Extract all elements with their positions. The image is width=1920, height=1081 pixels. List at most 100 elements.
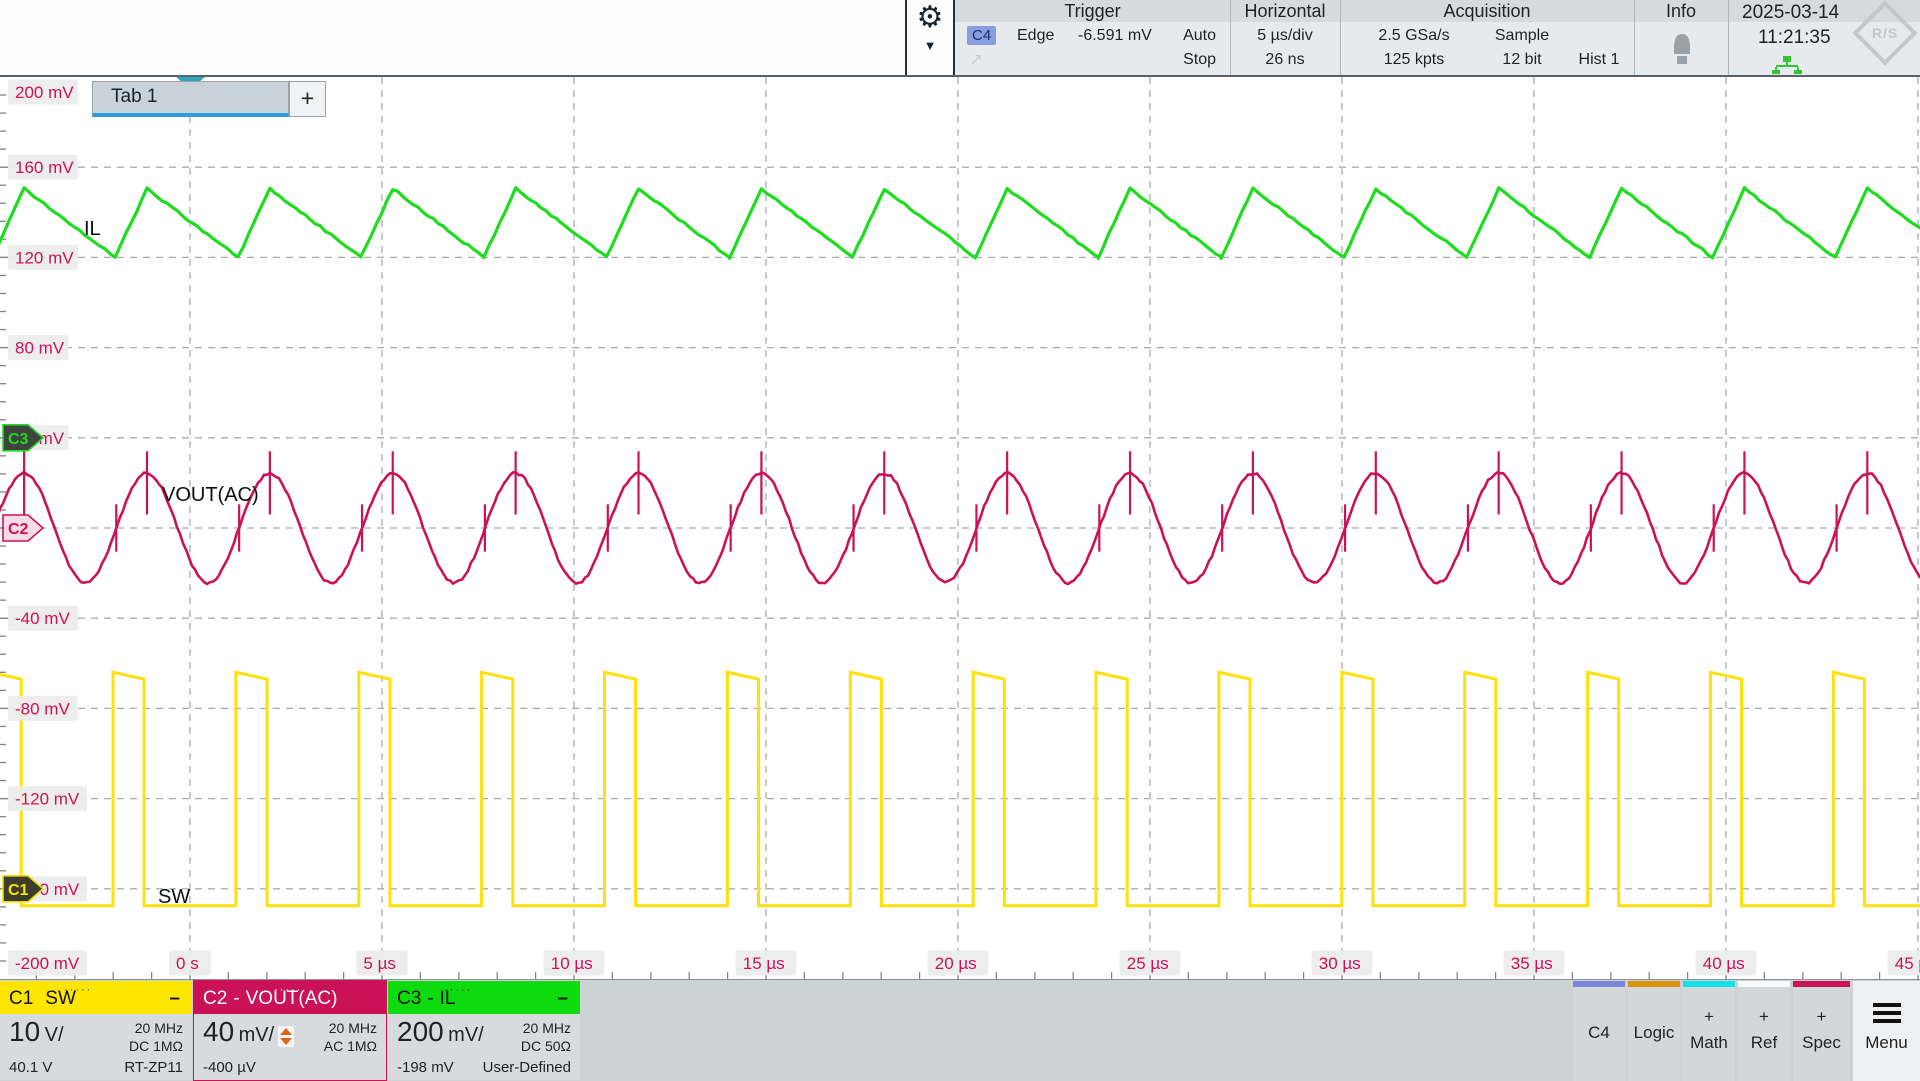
gear-icon[interactable]: ⚙ xyxy=(907,0,953,36)
hamburger-icon xyxy=(1873,1003,1901,1027)
bottom-signal-bar: ·····C1SW–10 V/20 MHzDC 1MΩ40.1 VRT-ZP11… xyxy=(0,979,1920,1081)
channel-header-c2[interactable]: ·····C2-VOUT(AC) xyxy=(194,981,386,1014)
trigger-source-badge[interactable]: C4 xyxy=(967,26,996,45)
sample-rate[interactable]: 2.5 GSa/s xyxy=(1358,27,1470,45)
add-tab-button[interactable]: + xyxy=(289,81,326,117)
channel-body: 10 V/20 MHzDC 1MΩ40.1 VRT-ZP11 xyxy=(0,1014,192,1080)
acquisition-mode[interactable]: Sample xyxy=(1480,27,1564,45)
channel-id: C1 xyxy=(9,988,33,1009)
minimize-channel-icon[interactable]: – xyxy=(557,981,568,1017)
channel-color-strip xyxy=(1793,981,1850,987)
horizontal-resolution[interactable]: 26 ns xyxy=(1230,51,1340,69)
trigger-type[interactable]: Edge xyxy=(1017,27,1054,45)
x-axis-label: 0 s xyxy=(176,954,199,973)
top-status-bar: ⚙ ▼ Trigger C4 Edge -6.591 mV Auto ↗ Sto… xyxy=(0,0,1920,77)
horizontal-title: Horizontal xyxy=(1230,0,1340,22)
trace-label-il: IL xyxy=(84,218,101,240)
channel-color-strip xyxy=(1738,981,1790,987)
channel-panel-c3[interactable]: ·····C3-IL–200 mV/20 MHz DC 50Ω -198 mV Use… xyxy=(388,981,580,1080)
acquisition-title: Acquisition xyxy=(1340,0,1634,22)
horizontal-section[interactable]: Horizontal 5 µs/div 26 ns xyxy=(1230,0,1340,75)
trigger-section[interactable]: Trigger C4 Edge -6.591 mV Auto ↗ Stop xyxy=(955,0,1230,75)
channel-panel-c1[interactable]: ·····C1SW–10 V/20 MHzDC 1MΩ40.1 VRT-ZP11 xyxy=(0,981,192,1080)
resolution-bits[interactable]: 12 bit xyxy=(1480,51,1564,69)
y-axis-label: -40 mV xyxy=(15,609,70,628)
channel-bandwidth: 20 MHz xyxy=(329,1020,377,1036)
trigger-level[interactable]: -6.591 mV xyxy=(1078,27,1152,45)
trace-label-sw: SW xyxy=(158,886,190,908)
channel-color-strip xyxy=(1683,981,1735,987)
channel-offset-value: -198 mV xyxy=(397,1059,454,1076)
channel-coupling: AC 1MΩ xyxy=(324,1038,377,1054)
add-math-button[interactable]: + Math xyxy=(1683,981,1735,1081)
x-axis-label: 5 µs xyxy=(363,954,395,973)
y-axis-label: -200 mV xyxy=(15,954,80,973)
x-axis-label: 40 µs xyxy=(1703,954,1745,973)
channel-marker-label: C3 xyxy=(8,431,29,448)
acquisition-section[interactable]: Acquisition 2.5 GSa/s Sample 125 kpts 12… xyxy=(1340,0,1634,75)
channel-id: C2 xyxy=(203,988,227,1009)
menu-button[interactable]: Menu xyxy=(1853,981,1920,1081)
horizontal-scale[interactable]: 5 µs/div xyxy=(1230,27,1340,45)
channel-header-c1[interactable]: ·····C1SW– xyxy=(0,981,192,1014)
spinner-up-icon xyxy=(280,1028,292,1035)
logic-button[interactable]: Logic xyxy=(1628,981,1680,1081)
channel-coupling: DC 50Ω xyxy=(521,1038,571,1054)
x-axis-label: 10 µs xyxy=(551,954,593,973)
date-label: 2025-03-14 xyxy=(1742,2,1839,24)
channel-id: C3 xyxy=(397,988,421,1009)
button-label: Menu xyxy=(1853,1033,1920,1053)
channel-scale[interactable]: 10 V/ xyxy=(9,1016,64,1048)
y-axis-label: 80 mV xyxy=(15,339,65,358)
plus-icon: + xyxy=(1683,1007,1735,1027)
x-axis-label: 30 µs xyxy=(1319,954,1361,973)
x-axis-label: 15 µs xyxy=(743,954,785,973)
trigger-title: Trigger xyxy=(955,0,1230,22)
waveform-display[interactable]: 200 mV160 mV120 mV80 mV40 mV-40 mV-80 mV… xyxy=(0,77,1920,979)
button-label: Math xyxy=(1683,1033,1735,1053)
history-count[interactable]: Hist 1 xyxy=(1566,51,1632,69)
sw-trace[interactable] xyxy=(0,672,1920,905)
tab-1[interactable]: Tab 1 xyxy=(92,81,289,117)
channel-header-c3[interactable]: ·····C3-IL– xyxy=(388,981,580,1014)
channel-scale[interactable]: 40 mV/ xyxy=(203,1016,294,1048)
channel-probe: RT-ZP11 xyxy=(124,1059,183,1076)
x-axis-label: 20 µs xyxy=(935,954,977,973)
rohde-schwarz-logo: R/S xyxy=(1852,0,1917,65)
channel-sep: - xyxy=(427,988,433,1009)
info-section[interactable]: Info xyxy=(1634,0,1728,75)
network-status-icon[interactable] xyxy=(1772,56,1802,79)
button-label: Logic xyxy=(1628,1023,1680,1043)
add-ref-button[interactable]: +Ref xyxy=(1738,981,1790,1081)
datetime-section: 2025-03-14 11:21:35 R/S xyxy=(1728,0,1920,75)
y-axis-label: -120 mV xyxy=(15,790,80,809)
channel-marker-label: C1 xyxy=(8,882,29,899)
scale-spinner[interactable] xyxy=(278,1026,294,1047)
time-label: 11:21:35 xyxy=(1758,27,1831,49)
probe-dots-icon: ····· xyxy=(444,972,472,1008)
info-title: Info xyxy=(1634,0,1728,22)
channel-panel-c2[interactable]: ·····C2-VOUT(AC)40 mV/20 MHz AC 1MΩ -400 µ… xyxy=(194,981,386,1080)
minimize-channel-icon[interactable]: – xyxy=(169,981,180,1017)
settings-column[interactable]: ⚙ ▼ xyxy=(907,0,953,75)
collapse-topbar-icon[interactable]: ▼ xyxy=(907,38,953,53)
channel-probe: User-Defined xyxy=(483,1059,571,1076)
scope-grid[interactable]: 200 mV160 mV120 mV80 mV40 mV-40 mV-80 mV… xyxy=(0,77,1920,979)
plus-icon: + xyxy=(1793,1007,1850,1027)
record-length[interactable]: 125 kpts xyxy=(1358,51,1470,69)
c4-button[interactable]: C4 xyxy=(1573,981,1625,1081)
channel-offset-value: -400 µV xyxy=(203,1059,256,1076)
il-trace[interactable] xyxy=(0,188,1920,259)
bell-icon[interactable] xyxy=(1669,32,1695,71)
trigger-mode[interactable]: Auto xyxy=(1183,27,1216,45)
channel-scale[interactable]: 200 mV/ xyxy=(397,1016,484,1048)
channel-bandwidth: 20 MHz xyxy=(523,1020,571,1036)
channel-bandwidth: 20 MHz xyxy=(135,1020,183,1036)
x-axis-label: 25 µs xyxy=(1127,954,1169,973)
trigger-slope-icon: ↗ xyxy=(969,50,983,70)
plus-icon: + xyxy=(1738,1007,1790,1027)
trigger-state[interactable]: Stop xyxy=(1183,51,1216,69)
channel-sep: - xyxy=(233,988,239,1009)
trace-label-voutac: VOUT(AC) xyxy=(162,484,259,506)
add-spec-button[interactable]: +Spec xyxy=(1793,981,1850,1081)
